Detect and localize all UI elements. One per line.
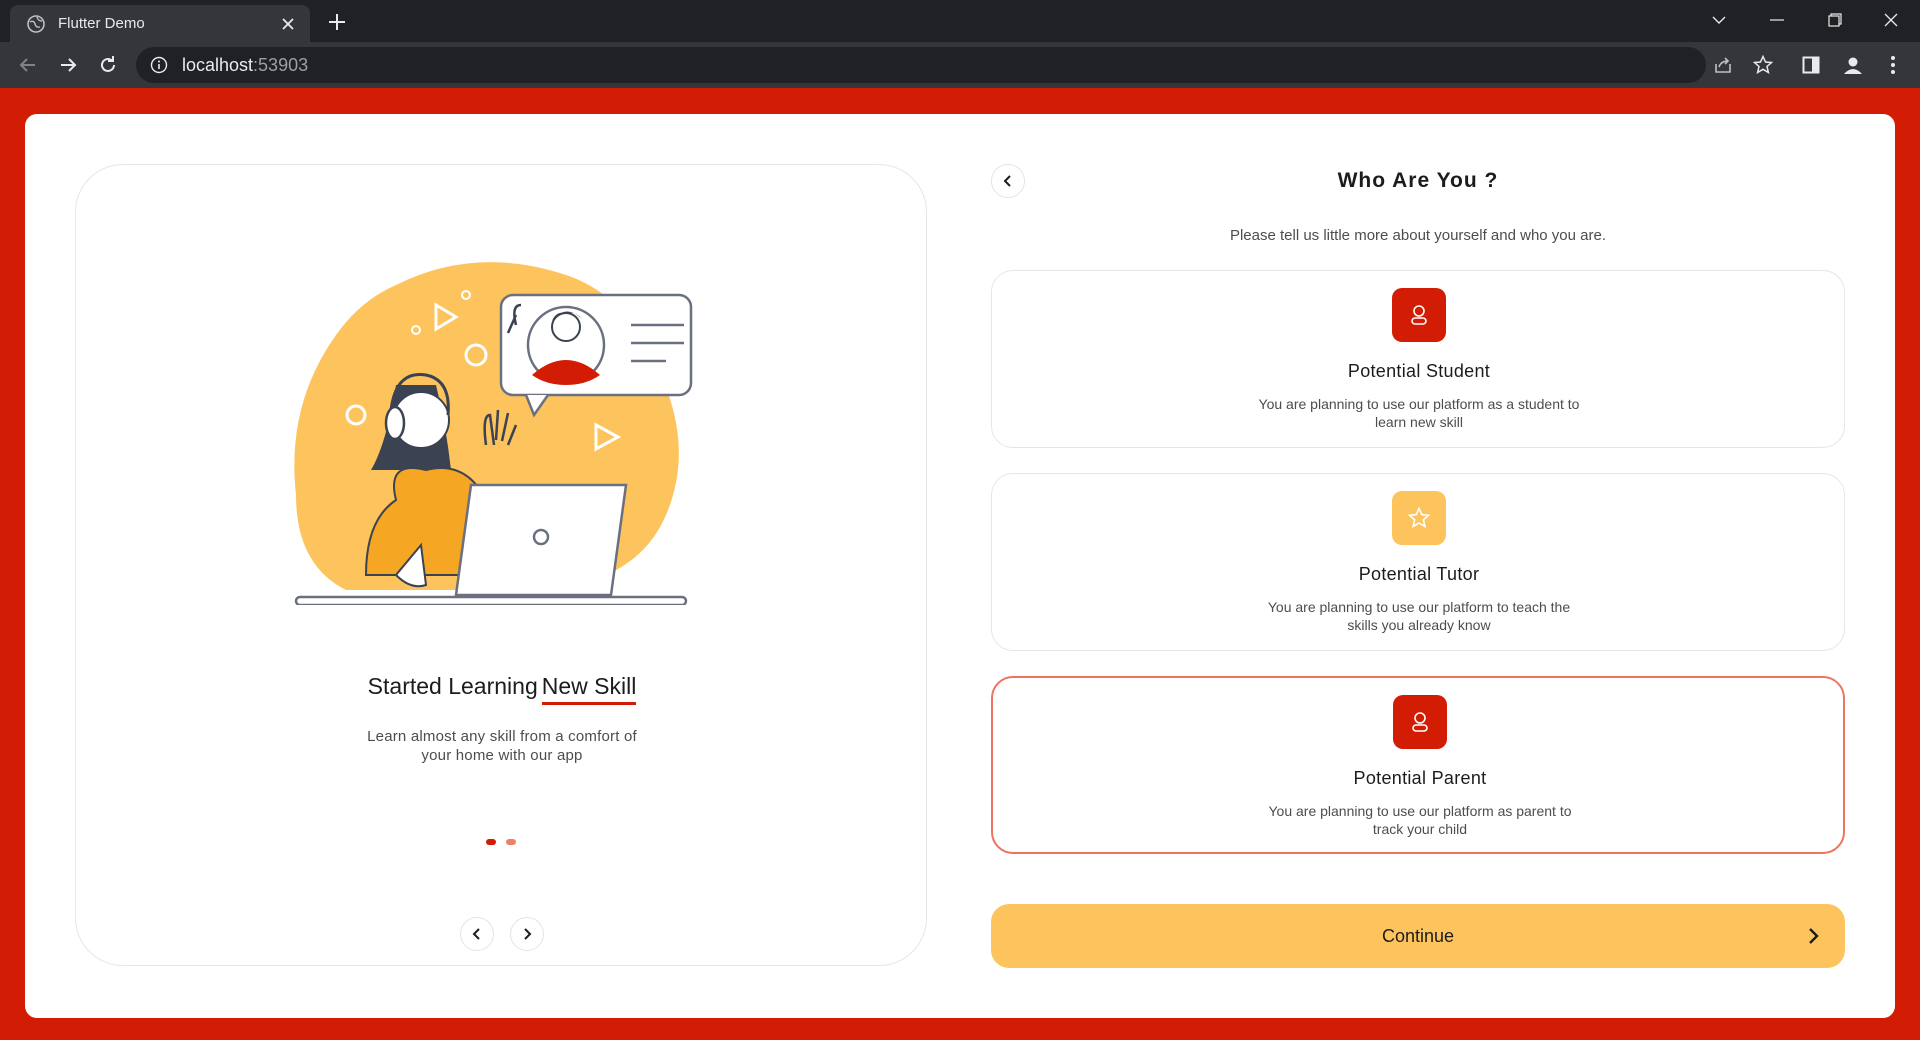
person-icon (1412, 712, 1428, 732)
slide-indicator (486, 839, 516, 845)
slide-description: Learn almost any skill from a comfort of… (367, 728, 637, 764)
next-slide-button[interactable] (510, 917, 544, 951)
role-icon-badge (1393, 695, 1447, 749)
chevron-right-icon (524, 928, 532, 940)
tab-search-icon[interactable] (1690, 0, 1748, 40)
reload-icon[interactable] (92, 49, 124, 81)
browser-tab-bar: Flutter Demo (0, 0, 1920, 42)
tab-title: Flutter Demo (58, 15, 145, 32)
role-description: You are planning to use our platform as … (1258, 396, 1580, 430)
star-icon (1407, 506, 1431, 529)
role-icon-badge (1392, 491, 1446, 545)
role-card-student[interactable]: Potential Student You are planning to us… (991, 270, 1845, 448)
app-card: Started Learning New Skill Learn almost a… (25, 114, 1895, 1018)
url-port: :53903 (253, 54, 309, 75)
url-host: localhost (182, 54, 254, 75)
globe-icon (27, 14, 45, 33)
page-subtitle: Please tell us little more about yoursel… (1229, 227, 1607, 244)
previous-slide-button[interactable] (460, 917, 494, 951)
menu-dots-icon[interactable] (1878, 50, 1908, 80)
role-name: Potential Tutor (1358, 564, 1480, 584)
info-icon[interactable] (150, 56, 168, 74)
bookmark-star-icon[interactable] (1748, 50, 1778, 80)
continue-label: Continue (1381, 925, 1455, 946)
slide-title-accent: New Skill (541, 673, 637, 705)
close-window-icon[interactable] (1862, 0, 1920, 40)
share-icon[interactable] (1708, 50, 1738, 80)
slide-dot[interactable] (506, 839, 516, 845)
slide-dot-active[interactable] (486, 839, 496, 845)
browser-toolbar: localhost:53903 (0, 42, 1920, 88)
role-description: You are planning to use our platform to … (1267, 599, 1571, 633)
side-panel-icon[interactable] (1796, 50, 1826, 80)
role-name: Potential Parent (1353, 768, 1487, 788)
forward-arrow-icon[interactable] (52, 49, 84, 81)
continue-button[interactable]: Continue (991, 904, 1845, 968)
app-viewport: Started Learning New Skill Learn almost a… (0, 88, 1920, 1040)
chevron-right-icon (1809, 928, 1819, 944)
role-icon-badge (1392, 288, 1446, 342)
slide-title-main: Started Learning (367, 673, 538, 699)
learning-illustration (294, 262, 693, 605)
slide-title: Started Learning New Skill (76, 673, 928, 705)
address-bar[interactable]: localhost:53903 (136, 47, 1706, 83)
minimize-icon[interactable] (1748, 0, 1806, 40)
chevron-left-icon (472, 928, 480, 940)
page-title: Who Are You ? (1337, 169, 1499, 192)
new-tab-button[interactable] (323, 8, 351, 36)
person-icon (1411, 305, 1427, 325)
restore-icon[interactable] (1806, 0, 1864, 40)
back-arrow-icon[interactable] (12, 49, 44, 81)
onboarding-panel: Started Learning New Skill Learn almost a… (75, 164, 927, 966)
role-card-parent[interactable]: Potential Parent You are planning to use… (991, 676, 1845, 854)
role-description: You are planning to use our platform as … (1268, 803, 1572, 837)
close-tab-icon[interactable] (278, 14, 298, 34)
role-name: Potential Student (1347, 361, 1491, 381)
role-card-tutor[interactable]: Potential Tutor You are planning to use … (991, 473, 1845, 651)
profile-icon[interactable] (1838, 50, 1868, 80)
browser-tab[interactable]: Flutter Demo (10, 5, 310, 42)
